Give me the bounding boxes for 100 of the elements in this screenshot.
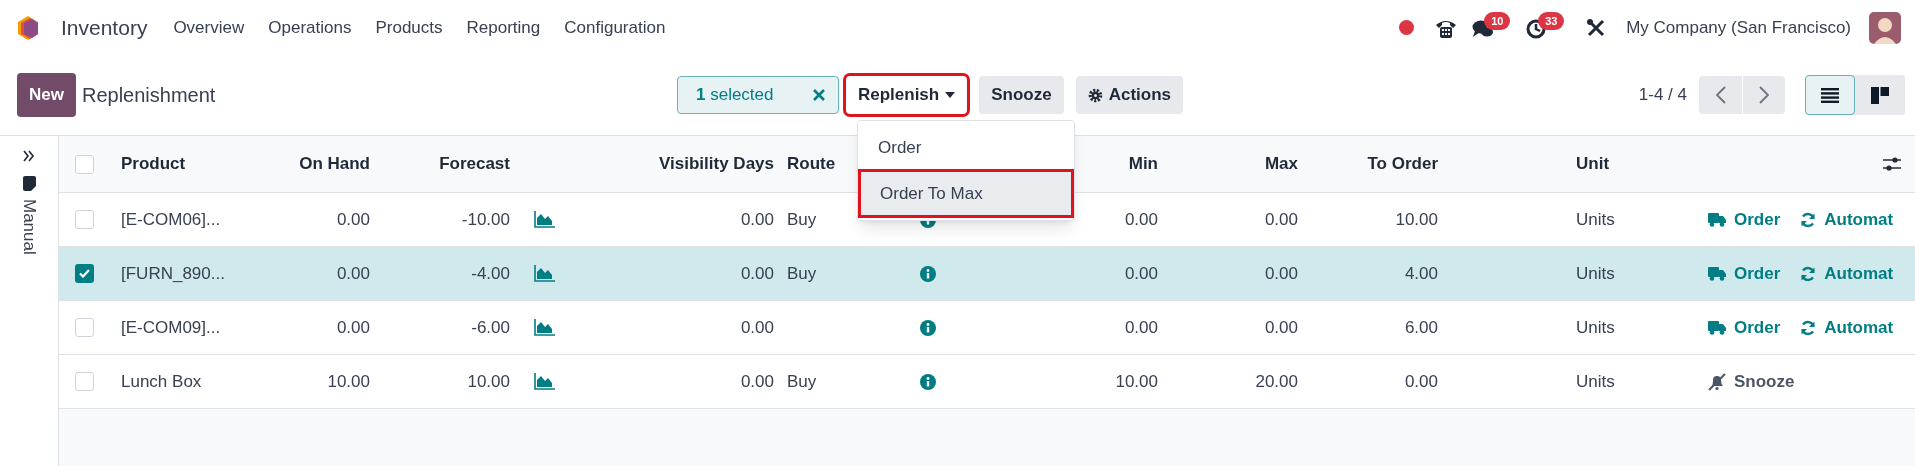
caret-icon — [945, 92, 956, 98]
order-button[interactable]: Order — [1708, 206, 1781, 233]
area-chart-icon[interactable] — [534, 265, 555, 282]
table-row[interactable]: [E-COM09]... 0.00 -6.00 0.00 0.00 0.00 6.00 Units Order Automat — [59, 301, 1915, 355]
area-chart-icon[interactable] — [534, 211, 555, 228]
actions-button[interactable]: Actions — [1075, 76, 1183, 114]
list-view-button[interactable] — [1805, 75, 1855, 115]
info-icon[interactable] — [919, 373, 936, 390]
table-cell: [E-COM09]... — [121, 317, 221, 337]
table-row[interactable]: Lunch Box 10.00 10.00 0.00 Buy 10.00 20.00 0.00 Units Snooze — [59, 355, 1915, 409]
checkbox[interactable] — [75, 372, 94, 391]
table-cell: 0.00 — [1124, 263, 1158, 283]
truck-icon — [1708, 212, 1726, 227]
close-icon[interactable] — [811, 88, 826, 102]
user-avatar[interactable] — [1869, 11, 1901, 44]
note-icon — [22, 176, 36, 191]
automate-button[interactable]: Automat — [1800, 260, 1894, 287]
snooze-button[interactable]: Snooze — [979, 76, 1064, 114]
table-cell: 0.00 — [336, 317, 370, 337]
table-cell: Buy — [787, 263, 817, 283]
dropdown-item[interactable]: Order To Max — [860, 170, 1072, 216]
refresh-icon — [1800, 319, 1817, 336]
info-icon[interactable] — [919, 319, 936, 336]
nav-menu-item[interactable]: Configuration — [564, 14, 666, 41]
automate-button[interactable]: Automat — [1800, 206, 1894, 233]
table-cell: 0.00 — [1264, 209, 1298, 229]
table-cell: 0.00 — [740, 209, 774, 229]
column-header[interactable]: Unit — [1576, 154, 1610, 174]
table-cell: 20.00 — [1255, 371, 1298, 391]
nav-menu-item[interactable]: Operations — [268, 14, 352, 41]
selection-count: 1 selected — [695, 84, 775, 107]
column-header[interactable]: On Hand — [299, 154, 370, 174]
kanban-icon — [1871, 86, 1889, 104]
dropdown-item[interactable]: Order — [858, 125, 1074, 171]
new-button[interactable]: New — [17, 73, 76, 117]
refresh-icon — [1800, 265, 1817, 282]
table-row[interactable]: [FURN_890... 0.00 -4.00 0.00 Buy 0.00 0.00 4.00 Units Order Automat — [59, 247, 1915, 301]
list-icon — [1821, 87, 1839, 103]
table-cell: 10.00 — [467, 371, 510, 391]
table-cell: Buy — [787, 209, 817, 229]
app-logo-icon — [17, 14, 39, 41]
truck-icon — [1708, 320, 1726, 335]
table-cell: 10.00 — [327, 371, 370, 391]
table-cell: Lunch Box — [121, 371, 202, 391]
checkbox[interactable] — [75, 318, 94, 337]
tools-icon[interactable] — [1586, 17, 1607, 38]
column-header[interactable]: Min — [1128, 154, 1158, 174]
column-header[interactable]: Visibility Days — [659, 154, 774, 174]
table-cell: 0.00 — [740, 317, 774, 337]
table-cell: 0.00 — [336, 209, 370, 229]
table-cell: 10.00 — [1115, 371, 1158, 391]
chevron-left-icon — [1715, 86, 1726, 104]
checkbox[interactable] — [75, 264, 94, 283]
column-header[interactable]: Max — [1264, 154, 1298, 174]
table-cell: Units — [1576, 209, 1615, 229]
table-cell: 0.00 — [1264, 317, 1298, 337]
table-cell: 0.00 — [740, 263, 774, 283]
column-header[interactable]: Product — [121, 154, 186, 174]
company-switcher[interactable]: My Company (San Francisco) — [1626, 14, 1851, 41]
table-cell: 0.00 — [1264, 263, 1298, 283]
table-cell: [FURN_890... — [121, 263, 225, 283]
checkbox[interactable] — [75, 154, 94, 174]
table-cell: -6.00 — [471, 317, 510, 337]
table-cell: -10.00 — [461, 209, 510, 229]
nav-menu-item[interactable]: Reporting — [466, 14, 541, 41]
area-chart-icon[interactable] — [534, 373, 555, 390]
order-button[interactable]: Order — [1708, 260, 1781, 287]
checkmark-icon — [79, 269, 90, 278]
column-header[interactable]: Forecast — [439, 154, 510, 174]
table-cell: 0.00 — [740, 371, 774, 391]
column-header[interactable]: To Order — [1367, 154, 1438, 174]
table-cell: Units — [1576, 317, 1615, 337]
automate-button[interactable]: Automat — [1800, 314, 1894, 341]
table-cell: 10.00 — [1395, 209, 1438, 229]
side-panel-label[interactable]: Manual — [16, 199, 42, 255]
table-cell: Buy — [787, 371, 817, 391]
refresh-icon — [1800, 211, 1817, 228]
nav-menu-item[interactable]: Overview — [173, 14, 245, 41]
page-title: Replenishment — [81, 83, 217, 108]
table-cell: -4.00 — [471, 263, 510, 283]
nav-menu-item[interactable]: Products — [375, 14, 443, 41]
snooze-button[interactable]: Snooze — [1708, 368, 1795, 395]
app-name[interactable]: Inventory — [61, 11, 148, 44]
checkbox[interactable] — [75, 210, 94, 229]
table-cell: Units — [1576, 371, 1615, 391]
replenish-dropdown-button[interactable]: Replenish — [845, 76, 968, 114]
info-icon[interactable] — [919, 265, 936, 282]
expand-panel-icon[interactable] — [23, 150, 35, 162]
table-cell: 0.00 — [1124, 209, 1158, 229]
table-cell: 6.00 — [1404, 317, 1438, 337]
table-cell: 0.00 — [336, 263, 370, 283]
area-chart-icon[interactable] — [534, 319, 555, 336]
chevron-right-icon — [1759, 86, 1769, 104]
gear-icon — [1087, 87, 1103, 103]
column-settings-icon[interactable] — [1883, 156, 1901, 172]
bell-slash-icon — [1708, 372, 1726, 391]
column-header[interactable]: Route — [787, 154, 836, 174]
table-cell: 0.00 — [1404, 371, 1438, 391]
order-button[interactable]: Order — [1708, 314, 1781, 341]
table-cell: Units — [1576, 263, 1615, 283]
